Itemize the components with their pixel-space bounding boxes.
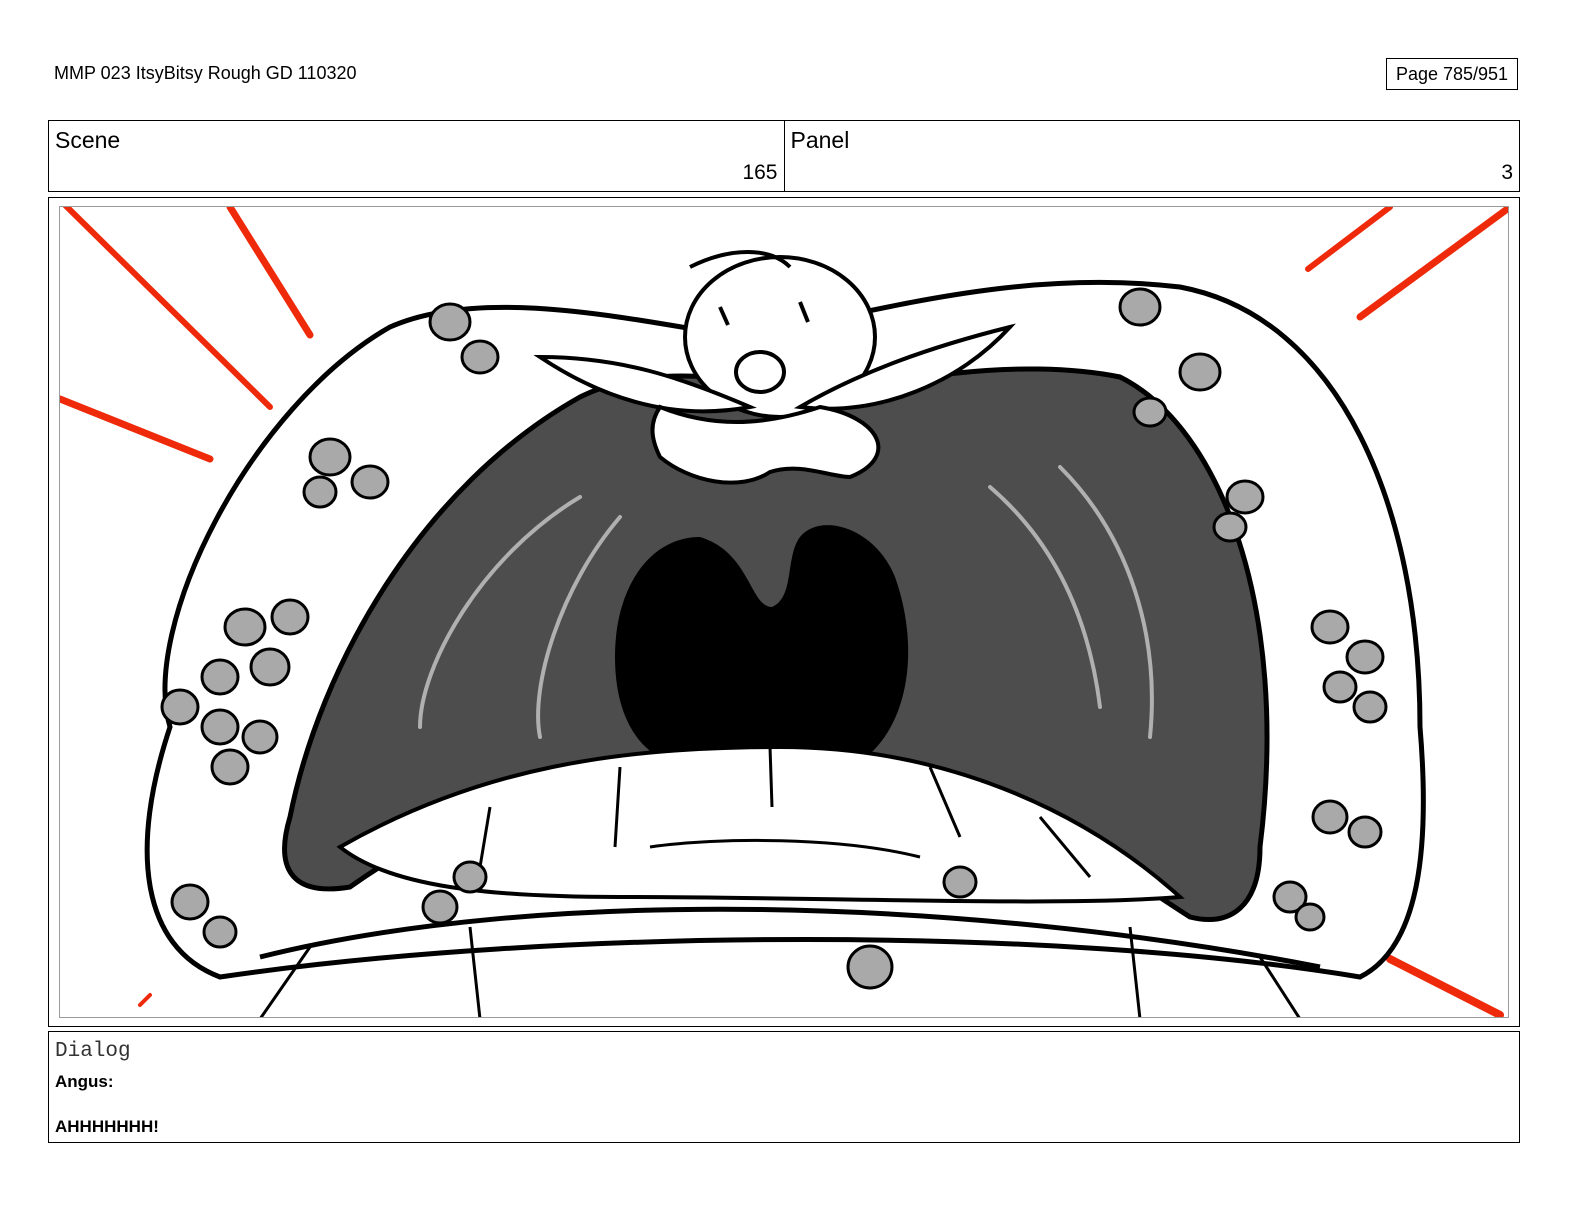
scene-label: Scene	[55, 127, 121, 153]
panel-number: 3	[1501, 161, 1513, 184]
dialog-line: AHHHHHHH!	[55, 1117, 159, 1136]
dialog-label: Dialog	[55, 1040, 131, 1063]
panel-image-area	[59, 206, 1509, 1018]
page-number-badge: Page 785/951	[1386, 58, 1518, 90]
document-title: MMP 023 ItsyBitsy Rough GD 110320	[54, 63, 357, 83]
scene-cell: Scene 165	[49, 121, 784, 191]
scene-number: 165	[742, 161, 778, 184]
storyboard-panel	[48, 197, 1520, 1027]
panel-label: Panel	[790, 127, 850, 153]
storyboard-sketch	[60, 207, 1508, 1017]
scene-panel-row: Scene 165 Panel 3	[48, 120, 1520, 192]
dialog-box: Dialog Angus: AHHHHHHH!	[48, 1031, 1520, 1143]
dialog-speaker: Angus:	[55, 1072, 114, 1091]
panel-cell: Panel 3	[783, 121, 1520, 191]
